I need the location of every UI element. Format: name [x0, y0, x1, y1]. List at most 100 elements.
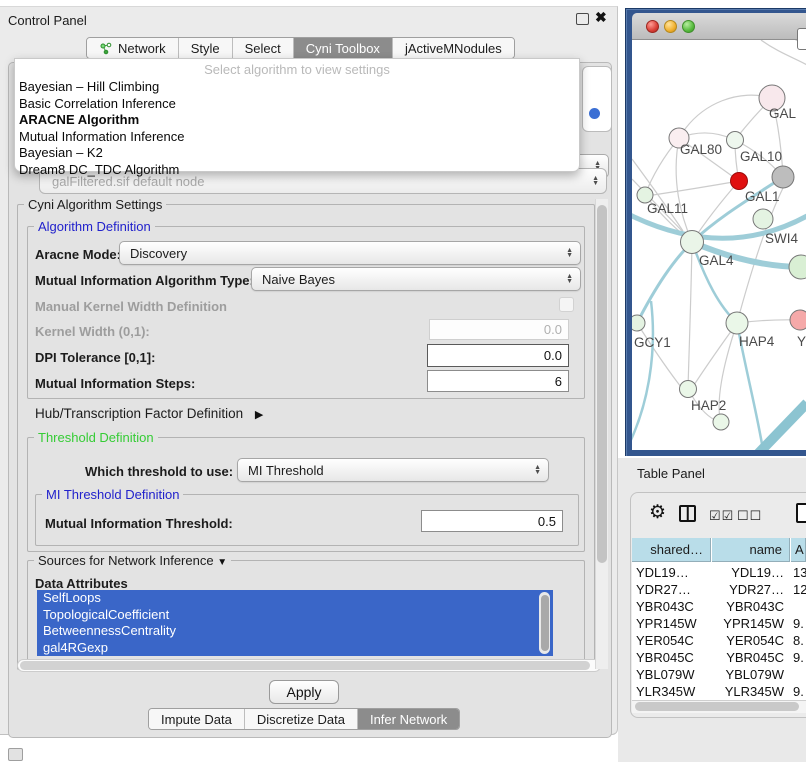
checked-pair-icon[interactable]: ☑☑: [709, 508, 734, 524]
table-cell[interactable]: YPR145W: [712, 616, 784, 633]
table-cell[interactable]: [793, 667, 806, 684]
node-hap2[interactable]: [680, 381, 697, 398]
menu-item-aracne[interactable]: ARACNE Algorithm: [19, 112, 139, 127]
table-cell[interactable]: 13: [793, 565, 806, 582]
table-cell[interactable]: YBL079W: [636, 667, 708, 684]
float-window-icon[interactable]: [576, 13, 589, 25]
node-gal4[interactable]: [681, 231, 704, 254]
table-cell[interactable]: YDR27…: [636, 582, 708, 599]
list-item[interactable]: gal4RGexp: [37, 640, 553, 657]
close-traffic-light[interactable]: [646, 20, 659, 33]
table-cell[interactable]: YBR045C: [712, 650, 784, 667]
sources-title-label: Sources for Network Inference: [38, 553, 214, 568]
table-cell[interactable]: 9.: [793, 684, 806, 700]
table-cell[interactable]: YDR27…: [712, 582, 784, 599]
aracne-mode-combo[interactable]: Discovery ▲▼: [119, 241, 581, 265]
node-salmon[interactable]: [790, 310, 806, 330]
tab-impute-data[interactable]: Impute Data: [149, 709, 245, 729]
table-cell[interactable]: YER054C: [636, 633, 708, 650]
node-label: GAL10: [740, 149, 782, 164]
settings-scrollbar-thumb[interactable]: [597, 205, 607, 563]
tab-style-label: Style: [191, 41, 220, 56]
aracne-mode-value: Discovery: [130, 246, 187, 261]
menu-item-mutual-information[interactable]: Mutual Information Inference: [19, 129, 184, 144]
node-swi4[interactable]: [753, 209, 773, 229]
mi-threshold-value: 0.5: [538, 514, 556, 529]
table-horizontal-scrollbar-thumb[interactable]: [635, 702, 799, 711]
tab-jactivemnodules[interactable]: jActiveMNodules: [393, 38, 514, 58]
tab-cyni-toolbox[interactable]: Cyni Toolbox: [294, 38, 393, 58]
table-cell[interactable]: YBL079W: [712, 667, 784, 684]
network-window-titlebar[interactable]: [632, 13, 806, 40]
aracne-mode-label: Aracne Mode:: [35, 247, 121, 262]
which-threshold-combo[interactable]: MI Threshold ▲▼: [237, 458, 549, 482]
mi-threshold-field[interactable]: 0.5: [421, 510, 563, 532]
list-scrollbar-thumb[interactable]: [541, 595, 549, 651]
manual-kernel-label: Manual Kernel Width Definition: [35, 299, 227, 314]
node-bottom[interactable]: [713, 414, 729, 430]
new-table-icon[interactable]: [796, 503, 806, 523]
node-gal10[interactable]: [727, 132, 744, 149]
float-panel-icon[interactable]: [8, 748, 23, 761]
tab-discretize-data[interactable]: Discretize Data: [245, 709, 358, 729]
column-header-clipped[interactable]: A: [791, 538, 806, 562]
node-label: SWI4: [765, 231, 798, 246]
gear-icon[interactable]: ⚙: [649, 501, 666, 524]
table-cell[interactable]: 9.: [793, 650, 806, 667]
column-header-shared-name[interactable]: shared…: [632, 538, 711, 562]
table-cell[interactable]: YBR043C: [712, 599, 784, 616]
table-cell[interactable]: 8.: [793, 633, 806, 650]
table-cell[interactable]: 9.: [793, 616, 806, 633]
menu-item-bayesian-hill-climbing[interactable]: Bayesian – Hill Climbing: [19, 79, 159, 94]
horizontal-scrollbar-thumb[interactable]: [20, 661, 590, 670]
node-right-green[interactable]: [789, 255, 806, 279]
table-cell[interactable]: [793, 599, 806, 616]
table-cell[interactable]: YLR345W: [712, 684, 784, 700]
table-cell[interactable]: YER054C: [712, 633, 784, 650]
data-attributes-list[interactable]: SelfLoops TopologicalCoefficient Between…: [37, 590, 553, 656]
columns-icon[interactable]: [679, 505, 696, 522]
table-cell[interactable]: YLR345W: [636, 684, 708, 700]
unchecked-pair-icon[interactable]: ☐☐: [737, 508, 762, 524]
tab-infer-network-label: Infer Network: [370, 712, 447, 727]
mi-type-combo[interactable]: Naive Bayes ▲▼: [251, 267, 581, 291]
dpi-tolerance-field[interactable]: 0.0: [427, 344, 569, 367]
manual-kernel-checkbox[interactable]: [559, 297, 574, 312]
table-panel-title: Table Panel: [637, 466, 705, 481]
close-icon[interactable]: ✖: [595, 9, 607, 26]
table-cell[interactable]: YPR145W: [636, 616, 708, 633]
menu-item-bayesian-k2[interactable]: Bayesian – K2: [19, 145, 103, 160]
tab-style[interactable]: Style: [179, 38, 233, 58]
hub-definition-toggle[interactable]: Hub/Transcription Factor Definition ▶: [35, 406, 263, 421]
node-label: HAP4: [739, 334, 775, 349]
mi-steps-field[interactable]: 6: [427, 370, 569, 392]
node-labels: GAL GAL80 GAL10 GAL1 GAL11 SWI4 GAL4 GCY…: [634, 106, 806, 413]
kernel-width-field[interactable]: 0.0: [429, 319, 569, 340]
node-gcy1[interactable]: [632, 315, 645, 331]
node-gal1[interactable]: [731, 173, 748, 190]
column-header-name[interactable]: name: [712, 538, 790, 562]
minimize-traffic-light[interactable]: [664, 20, 677, 33]
table-cell[interactable]: YDL19…: [712, 565, 784, 582]
tab-impute-data-label: Impute Data: [161, 712, 232, 727]
network-canvas[interactable]: GAL GAL80 GAL10 GAL1 GAL11 SWI4 GAL4 GCY…: [632, 40, 806, 450]
menu-item-dream8[interactable]: Dream8 DC_TDC Algorithm: [19, 162, 179, 177]
zoom-traffic-light[interactable]: [682, 20, 695, 33]
list-item[interactable]: TopologicalCoefficient: [37, 607, 553, 624]
node-gray[interactable]: [772, 166, 794, 188]
apply-button[interactable]: Apply: [269, 680, 339, 704]
sources-group-title[interactable]: Sources for Network Inference ▼: [34, 553, 231, 568]
tab-select[interactable]: Select: [233, 38, 294, 58]
dpi-tolerance-value: 0.0: [544, 348, 562, 363]
table-cell[interactable]: YBR045C: [636, 650, 708, 667]
list-item[interactable]: BetweennessCentrality: [37, 623, 553, 640]
menu-item-basic-correlation[interactable]: Basic Correlation Inference: [19, 96, 176, 111]
node-hap4[interactable]: [726, 312, 748, 334]
tab-network[interactable]: Network: [87, 38, 179, 58]
table-cell[interactable]: YDL19…: [636, 565, 708, 582]
table-cell[interactable]: YBR043C: [636, 599, 708, 616]
table-cell[interactable]: 12: [793, 582, 806, 599]
tab-infer-network[interactable]: Infer Network: [358, 709, 459, 729]
list-item[interactable]: SelfLoops: [37, 590, 553, 607]
data-attributes-label: Data Attributes: [35, 576, 128, 591]
